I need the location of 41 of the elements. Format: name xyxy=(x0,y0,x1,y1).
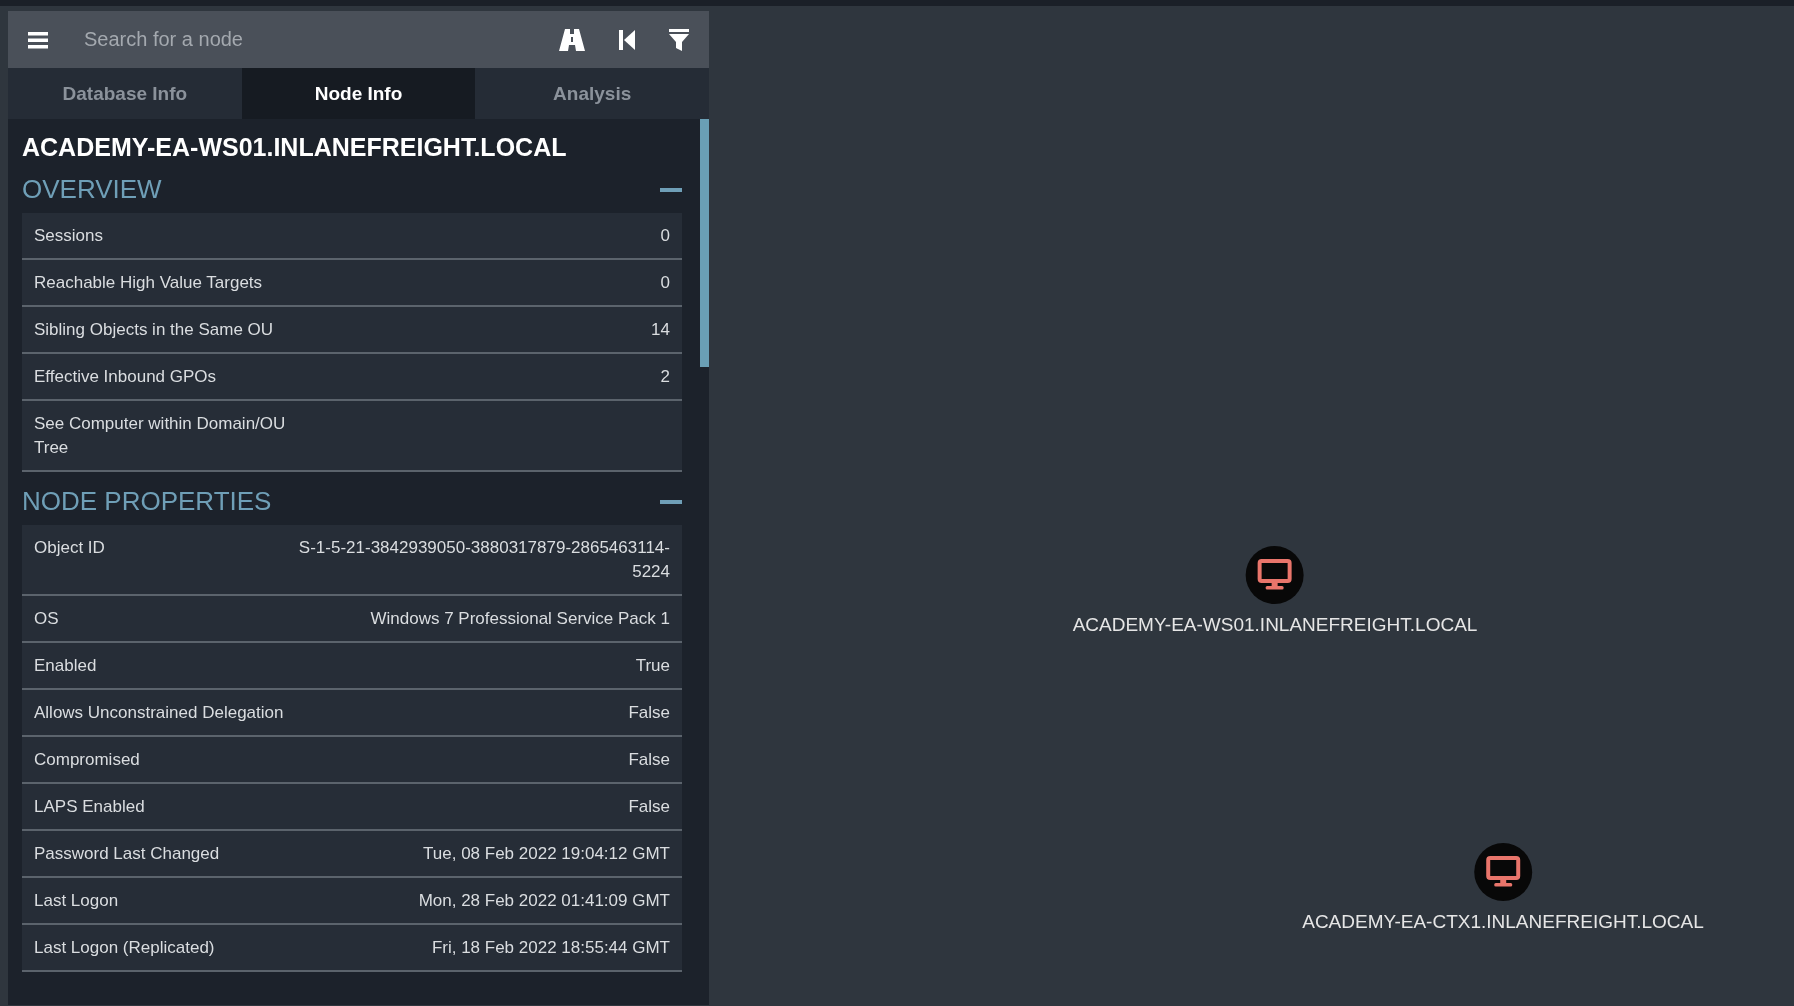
tab[interactable]: Database Info xyxy=(8,68,242,119)
node-label: ACADEMY-EA-CTX1.INLANEFREIGHT.LOCAL xyxy=(1302,911,1704,933)
property-value: Fri, 18 Feb 2022 18:55:44 GMT xyxy=(431,937,670,959)
property-label: Last Logon xyxy=(34,890,119,912)
computer-node[interactable] xyxy=(1246,546,1304,604)
property-label: Effective Inbound GPOs xyxy=(34,366,217,388)
property-label: Allows Unconstrained Delegation xyxy=(34,702,284,724)
property-label: Last Logon (Replicated) xyxy=(34,937,215,959)
property-label: LAPS Enabled xyxy=(34,796,145,818)
property-value: False xyxy=(628,749,670,771)
tab[interactable]: Node Info xyxy=(241,68,476,119)
property-value: 14 xyxy=(651,319,670,341)
property-value: True xyxy=(635,655,670,677)
computer-node[interactable] xyxy=(1474,843,1532,901)
section-title: NODE PROPERTIES xyxy=(22,486,272,517)
property-label: Password Last Changed xyxy=(34,843,220,865)
property-label: Compromised xyxy=(34,749,140,771)
property-label: OS xyxy=(34,608,59,630)
property-value: S-1-5-21-3842939050-3880317879-2865463114-5224 xyxy=(297,537,670,583)
property-value: 0 xyxy=(660,272,670,294)
search-bar[interactable]: Search for a node xyxy=(8,11,709,68)
monitor-icon xyxy=(1485,855,1521,889)
property-label: Reachable High Value Targets xyxy=(34,272,263,294)
property-value: False xyxy=(628,702,670,724)
property-label: Object ID xyxy=(34,537,105,559)
section-title: OVERVIEW xyxy=(22,174,162,205)
node-title: ACADEMY-EA-WS01.INLANEFREIGHT.LOCAL xyxy=(22,132,568,163)
property-label: Sibling Objects in the Same OU xyxy=(34,319,274,341)
property-value: False xyxy=(628,796,670,818)
tab[interactable]: Analysis xyxy=(475,68,709,119)
property-value: Tue, 08 Feb 2022 19:04:12 GMT xyxy=(423,843,670,865)
property-label[interactable]: See Computer within Domain/OU Tree xyxy=(34,412,296,460)
property-value: Windows 7 Professional Service Pack 1 xyxy=(370,608,670,630)
property-value: 2 xyxy=(660,366,670,388)
node-label: ACADEMY-EA-WS01.INLANEFREIGHT.LOCAL xyxy=(1072,614,1478,636)
property-label: Enabled xyxy=(34,655,97,677)
property-value: 0 xyxy=(660,225,670,247)
property-value: Mon, 28 Feb 2022 01:41:09 GMT xyxy=(418,890,670,912)
monitor-icon xyxy=(1257,558,1293,592)
property-label: Sessions xyxy=(34,225,103,247)
search-field[interactable]: Search for a node xyxy=(64,24,529,55)
